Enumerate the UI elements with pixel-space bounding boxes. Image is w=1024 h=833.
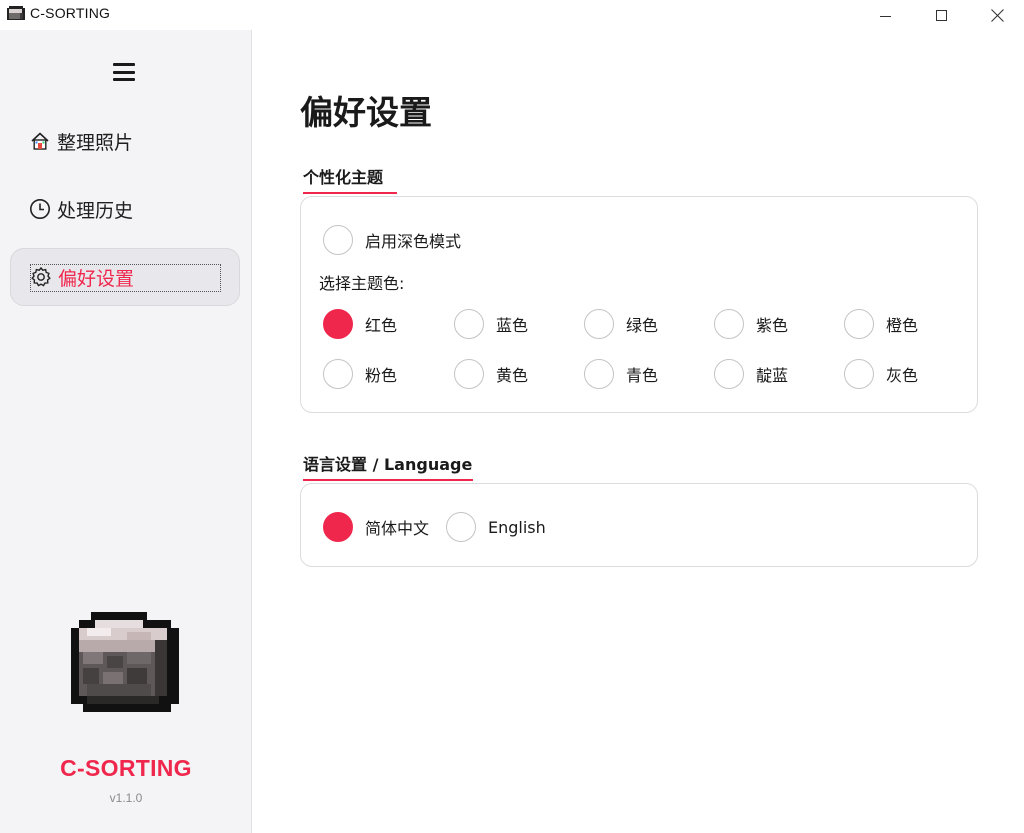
page-title: 偏好设置 (300, 93, 432, 132)
color-option-gray[interactable]: 灰色 (844, 359, 918, 389)
color-option-pink[interactable]: 粉色 (323, 359, 397, 389)
minimize-button[interactable] (862, 0, 908, 30)
section-title-theme: 个性化主题 (303, 164, 397, 194)
color-label: 靛蓝 (756, 366, 789, 385)
color-option-orange[interactable]: 橙色 (844, 309, 918, 339)
dark-mode-label: 启用深色模式 (365, 232, 462, 251)
sidebar-item-organize-photos[interactable]: 整理照片 (10, 112, 240, 170)
sidebar-item-preferences[interactable]: 偏好设置 (10, 248, 240, 306)
focus-indicator (30, 264, 221, 292)
radio-purple[interactable] (714, 309, 744, 339)
color-label: 绿色 (626, 316, 659, 335)
hamburger-menu-icon[interactable] (113, 63, 135, 81)
minimize-icon (879, 15, 891, 17)
color-label: 紫色 (756, 316, 789, 335)
language-option-zh[interactable]: 简体中文 (323, 512, 429, 542)
color-label: 青色 (626, 366, 659, 385)
color-option-cyan[interactable]: 青色 (584, 359, 658, 389)
color-option-indigo[interactable]: 靛蓝 (714, 359, 788, 389)
language-label: English (488, 517, 546, 537)
radio-green[interactable] (584, 309, 614, 339)
maximize-icon (935, 9, 947, 21)
section-title-language: 语言设置 / Language (303, 451, 473, 481)
main-content: 偏好设置 个性化主题 启用深色模式 选择主题色: 红色 蓝色 绿色 紫色 橙色 … (252, 30, 1024, 833)
app-cube-icon (7, 6, 25, 20)
sidebar: 整理照片 处理历史 偏好设置 C-SORTING v1.1.0 (0, 30, 252, 833)
sidebar-item-label: 整理照片 (57, 131, 134, 154)
brand-name: C-SORTING (60, 755, 192, 781)
radio-en[interactable] (446, 512, 476, 542)
radio-indigo[interactable] (714, 359, 744, 389)
radio-orange[interactable] (844, 309, 874, 339)
color-label: 灰色 (886, 366, 919, 385)
sidebar-item-label: 处理历史 (57, 199, 134, 222)
maximize-button[interactable] (918, 0, 964, 30)
color-label: 粉色 (365, 366, 398, 385)
choose-color-label: 选择主题色: (319, 274, 405, 293)
home-icon (29, 130, 51, 152)
color-option-purple[interactable]: 紫色 (714, 309, 788, 339)
title-bar: C-SORTING (0, 0, 1024, 30)
color-option-green[interactable]: 绿色 (584, 309, 658, 339)
close-button[interactable] (974, 0, 1020, 30)
radio-pink[interactable] (323, 359, 353, 389)
clock-icon (29, 198, 51, 220)
language-card: 简体中文 English (300, 483, 978, 567)
color-option-yellow[interactable]: 黄色 (454, 359, 528, 389)
radio-red[interactable] (323, 309, 353, 339)
theme-card: 启用深色模式 选择主题色: 红色 蓝色 绿色 紫色 橙色 粉色 黄色 青色 靛蓝… (300, 196, 978, 413)
radio-cyan[interactable] (584, 359, 614, 389)
color-label: 红色 (365, 316, 398, 335)
language-label: 简体中文 (365, 519, 430, 538)
color-label: 蓝色 (496, 316, 529, 335)
dark-mode-radio[interactable] (323, 225, 353, 255)
close-icon (990, 8, 1004, 22)
window-title: C-SORTING (30, 5, 111, 21)
dark-mode-toggle[interactable]: 启用深色模式 (323, 225, 461, 255)
app-logo (71, 612, 179, 712)
color-option-red[interactable]: 红色 (323, 309, 397, 339)
version-label: v1.1.0 (109, 791, 143, 805)
color-label: 橙色 (886, 316, 919, 335)
color-option-blue[interactable]: 蓝色 (454, 309, 528, 339)
color-label: 黄色 (496, 366, 529, 385)
radio-blue[interactable] (454, 309, 484, 339)
app-window: C-SORTING 整理照片 处理历史 偏好设置 C-SORTING v1.1.… (0, 0, 1024, 833)
radio-yellow[interactable] (454, 359, 484, 389)
radio-zh[interactable] (323, 512, 353, 542)
radio-gray[interactable] (844, 359, 874, 389)
sidebar-item-history[interactable]: 处理历史 (10, 180, 240, 238)
language-option-en[interactable]: English (446, 512, 546, 542)
